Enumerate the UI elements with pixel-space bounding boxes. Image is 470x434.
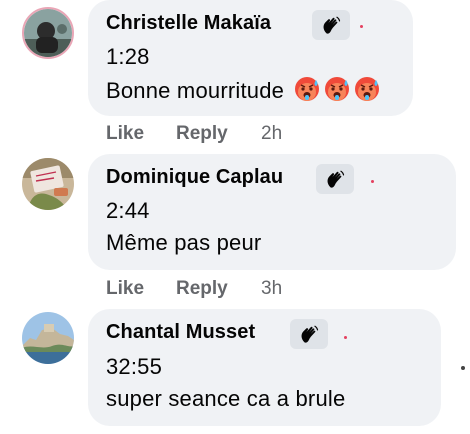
reply-button[interactable]: Reply [176, 278, 228, 300]
waving-hand-icon [327, 170, 345, 188]
comment-bubble: Chantal Musset 32:55 super seance ca a b… [88, 309, 441, 426]
avatar[interactable] [22, 312, 74, 364]
comment-author[interactable]: Christelle Makaïa [106, 12, 271, 35]
comment-author[interactable]: Dominique Caplau [106, 166, 283, 189]
notification-dot [371, 180, 374, 183]
comment-timestamp: 32:55 [106, 354, 163, 379]
comment-age[interactable]: 3h [261, 278, 282, 300]
comment-timestamp: 2:44 [106, 198, 150, 223]
comment-bubble: Dominique Caplau 2:44 Même pas peur [88, 154, 456, 270]
more-options-dot[interactable] [461, 366, 465, 370]
comment-timestamp: 1:28 [106, 44, 150, 69]
avatar-image [22, 158, 74, 210]
avatar-image [24, 9, 72, 57]
comment-text: Même pas peur [106, 230, 262, 255]
avatar-image [22, 312, 74, 364]
avatar[interactable] [22, 7, 74, 59]
badge[interactable] [316, 164, 354, 194]
comment-age[interactable]: 2h [261, 123, 282, 145]
notification-dot [360, 25, 363, 28]
hot-face-emoji [294, 76, 320, 108]
hot-face-emoji [324, 76, 350, 108]
waving-hand-icon [323, 16, 341, 34]
badge[interactable] [290, 319, 328, 349]
like-button[interactable]: Like [106, 278, 144, 300]
avatar[interactable] [22, 158, 74, 210]
hot-face-emoji [354, 76, 380, 108]
comment-text-content: Bonne mourritude [106, 77, 285, 103]
comment-text: Bonne mourritude [106, 76, 380, 108]
reply-button[interactable]: Reply [176, 123, 228, 145]
comment-bubble: Christelle Makaïa 1:28 Bonne mourritude [88, 0, 413, 116]
notification-dot [344, 336, 347, 339]
comment-text: super seance ca a brule [106, 386, 346, 411]
comment-author[interactable]: Chantal Musset [106, 321, 255, 344]
like-button[interactable]: Like [106, 123, 144, 145]
waving-hand-icon [301, 325, 319, 343]
badge[interactable] [312, 10, 350, 40]
